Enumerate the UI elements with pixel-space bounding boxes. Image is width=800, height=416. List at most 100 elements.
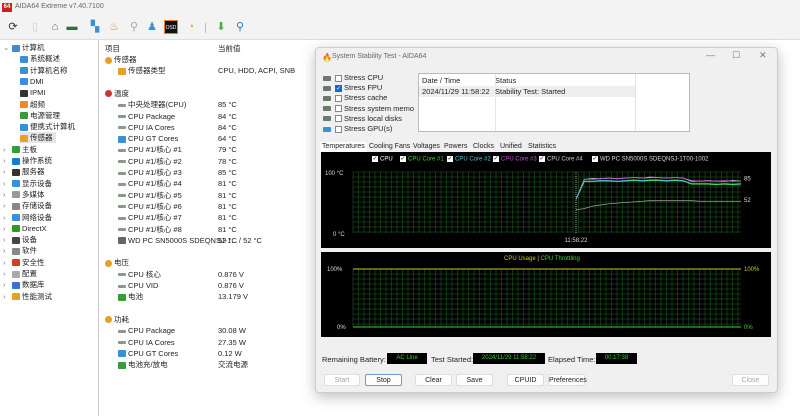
chevron-right-icon[interactable]: ›	[3, 212, 12, 223]
tree-item[interactable]: › 显示设备	[3, 178, 52, 189]
tree-item[interactable]: IPMI	[20, 87, 45, 98]
tab-cooling-fans[interactable]: Cooling Fans	[369, 142, 410, 152]
tree-item[interactable]: › 数据库	[3, 279, 45, 290]
stress-option[interactable]: Stress local disks	[323, 114, 402, 123]
close-button[interactable]: Close	[732, 374, 769, 386]
osd-icon[interactable]: OSD	[164, 20, 178, 34]
tree-item[interactable]: › 安全性	[3, 257, 45, 268]
stress-checkbox[interactable]: ✓	[335, 84, 342, 92]
tree-item[interactable]: › 性能测试	[3, 291, 52, 302]
y-axis-bottom-label: 0 °C	[333, 232, 345, 238]
stress-checkbox[interactable]	[335, 125, 342, 133]
tree-item-icon	[20, 67, 28, 75]
tab-clocks[interactable]: Clocks	[473, 142, 494, 152]
tree-item[interactable]: › 软件	[3, 245, 37, 256]
chevron-right-icon[interactable]: ›	[3, 166, 12, 177]
chevron-right-icon[interactable]: ›	[3, 279, 12, 290]
stress-option[interactable]: Stress GPU(s)	[323, 124, 392, 133]
chevron-right-icon[interactable]: ›	[3, 200, 12, 211]
stress-checkbox[interactable]	[335, 94, 342, 102]
chevron-down-icon[interactable]: ⌄	[3, 42, 12, 53]
save-button[interactable]: Save	[456, 374, 493, 386]
tree-item-icon	[20, 134, 28, 142]
user-icon[interactable]: ♟	[145, 20, 159, 34]
tree-item[interactable]: 电源管理	[20, 110, 60, 121]
tree-item[interactable]: 系统概述	[20, 53, 60, 64]
tree-item[interactable]: › DirectX	[3, 223, 47, 234]
tab-statistics[interactable]: Statistics	[528, 142, 556, 152]
tree-item-icon	[12, 236, 20, 244]
report-icon[interactable]: ▯	[28, 20, 42, 34]
chevron-right-icon[interactable]: ›	[3, 144, 12, 155]
tree-item-icon	[12, 293, 20, 301]
tree-item[interactable]: 便携式计算机	[20, 121, 75, 132]
tree-item[interactable]: 超频	[20, 99, 45, 110]
chevron-right-icon[interactable]: ›	[3, 223, 12, 234]
tree-item[interactable]: DMI	[20, 76, 44, 87]
tree-item[interactable]: ⌄ 计算机	[3, 42, 45, 53]
tree-item-icon	[20, 112, 28, 120]
stress-checkbox[interactable]	[335, 115, 342, 123]
chevron-right-icon[interactable]: ›	[3, 189, 12, 200]
item-label: 传感器类型	[128, 66, 166, 76]
chevron-right-icon[interactable]: ›	[3, 268, 12, 279]
stress-option[interactable]: Stress cache	[323, 93, 387, 102]
sensor-icon	[118, 228, 126, 232]
search-icon[interactable]: ⚲	[233, 20, 247, 34]
tree-item[interactable]: 计算机名称	[20, 65, 68, 76]
tree-item[interactable]: › 多媒体	[3, 189, 45, 200]
stress-option[interactable]: Stress CPU	[323, 73, 383, 82]
tree-item-label: 传感器	[30, 133, 53, 143]
fire-icon[interactable]: ♨	[107, 20, 121, 34]
start-button[interactable]: Start	[324, 374, 360, 386]
chevron-right-icon[interactable]: ›	[3, 234, 12, 245]
tree-item[interactable]: 传感器	[20, 132, 56, 144]
item-value: 27.35 W	[218, 337, 246, 347]
tab-unified[interactable]: Unified	[500, 142, 522, 152]
tree-item-label: 系统概述	[30, 54, 60, 64]
tab-temperatures[interactable]: Temperatures	[320, 142, 367, 152]
refresh-icon[interactable]: ⟳	[6, 20, 20, 34]
tab-voltages[interactable]: Voltages	[413, 142, 440, 152]
tree-item[interactable]: › 设备	[3, 234, 37, 245]
memory-icon	[323, 106, 331, 112]
stress-option[interactable]: ✓ Stress FPU	[323, 83, 382, 92]
tree-item[interactable]: › 主板	[3, 144, 37, 155]
stress-option[interactable]: Stress system memo	[323, 104, 414, 113]
log-header-status[interactable]: Status	[495, 76, 516, 85]
column-header-item[interactable]: 项目	[105, 43, 120, 54]
clear-button[interactable]: Clear	[415, 374, 452, 386]
log-header-date[interactable]: Date / Time	[422, 76, 460, 85]
chevron-right-icon[interactable]: ›	[3, 291, 12, 302]
tree-item[interactable]: › 配置	[3, 268, 37, 279]
tree-item[interactable]: › 网络设备	[3, 212, 52, 223]
close-window-button[interactable]: ✕	[759, 50, 767, 61]
stress-checkbox[interactable]	[335, 74, 342, 82]
tree-item[interactable]: › 存储设备	[3, 200, 52, 211]
item-label: CPU #1/核心 #3	[128, 168, 182, 177]
minimize-button[interactable]: —	[706, 50, 715, 60]
memory-icon[interactable]: ▬	[65, 20, 79, 34]
tree-item[interactable]: › 服务器	[3, 166, 45, 177]
chevron-right-icon[interactable]: ›	[3, 257, 12, 268]
stop-button[interactable]: Stop	[365, 374, 402, 386]
chevron-right-icon[interactable]: ›	[3, 245, 12, 256]
cpuid-button[interactable]: CPUID	[507, 374, 544, 386]
sensor-icon	[118, 160, 126, 164]
maximize-button[interactable]: ☐	[732, 50, 740, 61]
chevron-right-icon[interactable]: ›	[3, 155, 12, 166]
log-row[interactable]: 2024/11/29 11:58:22 Stability Test: Star…	[419, 86, 635, 97]
tree-item[interactable]: › 操作系统	[3, 155, 52, 166]
preferences-button[interactable]: Preferences	[548, 374, 587, 386]
computer-icon[interactable]: ▚	[88, 20, 102, 34]
motherboard-icon[interactable]: ⌂	[48, 20, 62, 34]
y-axis-bottom-label: 0%	[337, 325, 346, 331]
gauge-icon[interactable]: ◔	[184, 20, 198, 34]
network-icon[interactable]: ⚲	[127, 20, 141, 34]
column-header-value[interactable]: 当前值	[218, 43, 241, 54]
download-icon[interactable]: ⬇	[214, 20, 228, 34]
tab-powers[interactable]: Powers	[444, 142, 467, 152]
chevron-right-icon[interactable]: ›	[3, 178, 12, 189]
stress-checkbox[interactable]	[335, 105, 342, 113]
item-label: CPU GT Cores	[128, 134, 179, 144]
